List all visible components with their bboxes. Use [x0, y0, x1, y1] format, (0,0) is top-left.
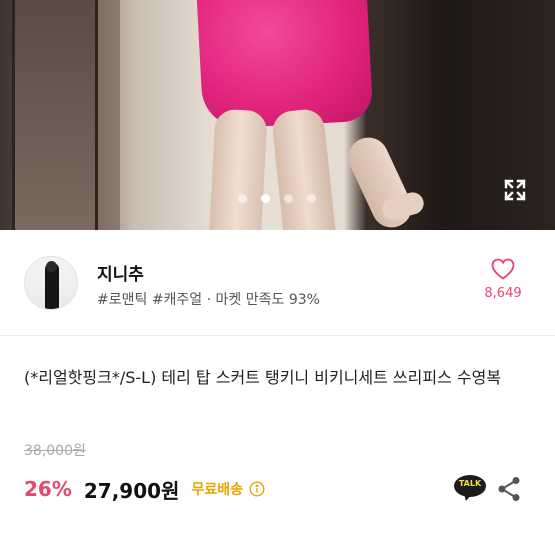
original-price: 38,000원 — [24, 443, 86, 459]
gallery-dot[interactable] — [284, 194, 293, 203]
gallery-dot[interactable] — [307, 194, 316, 203]
price-row: 26% 27,900원 무료배송 — [24, 474, 265, 504]
like-count: 8,649 — [484, 286, 522, 301]
expand-icon[interactable] — [503, 178, 527, 202]
like-button[interactable]: 8,649 — [473, 258, 533, 301]
gallery-pagination — [238, 194, 316, 203]
heart-icon[interactable] — [491, 258, 515, 280]
seller-section: 지니추 #로맨틱 #캐주얼 · 마켓 만족도 93% 8,649 — [0, 230, 555, 335]
background-door — [0, 0, 120, 230]
share-icon[interactable] — [497, 476, 521, 502]
talk-label: TALK — [458, 479, 482, 488]
seller-tags: #로맨틱 #캐주얼 · 마켓 만족도 93% — [97, 292, 320, 308]
gallery-dot-active[interactable] — [261, 194, 270, 203]
section-divider — [0, 335, 555, 336]
kakao-talk-button[interactable]: TALK — [454, 475, 486, 503]
sale-price: 27,900원 — [83, 478, 180, 503]
seller-name[interactable]: 지니추 — [97, 260, 144, 285]
pink-skirt — [196, 0, 374, 130]
discount-rate: 26% — [24, 477, 72, 501]
product-image[interactable] — [0, 0, 555, 230]
gallery-dot[interactable] — [238, 194, 247, 203]
product-title: (*리얼핫핑크*/S-L) 테리 탑 스커트 탱키니 비키니세트 쓰리피스 수영… — [24, 368, 502, 387]
seller-avatar[interactable] — [24, 256, 78, 310]
info-icon[interactable] — [249, 481, 265, 497]
free-shipping-label: 무료배송 — [191, 482, 243, 498]
